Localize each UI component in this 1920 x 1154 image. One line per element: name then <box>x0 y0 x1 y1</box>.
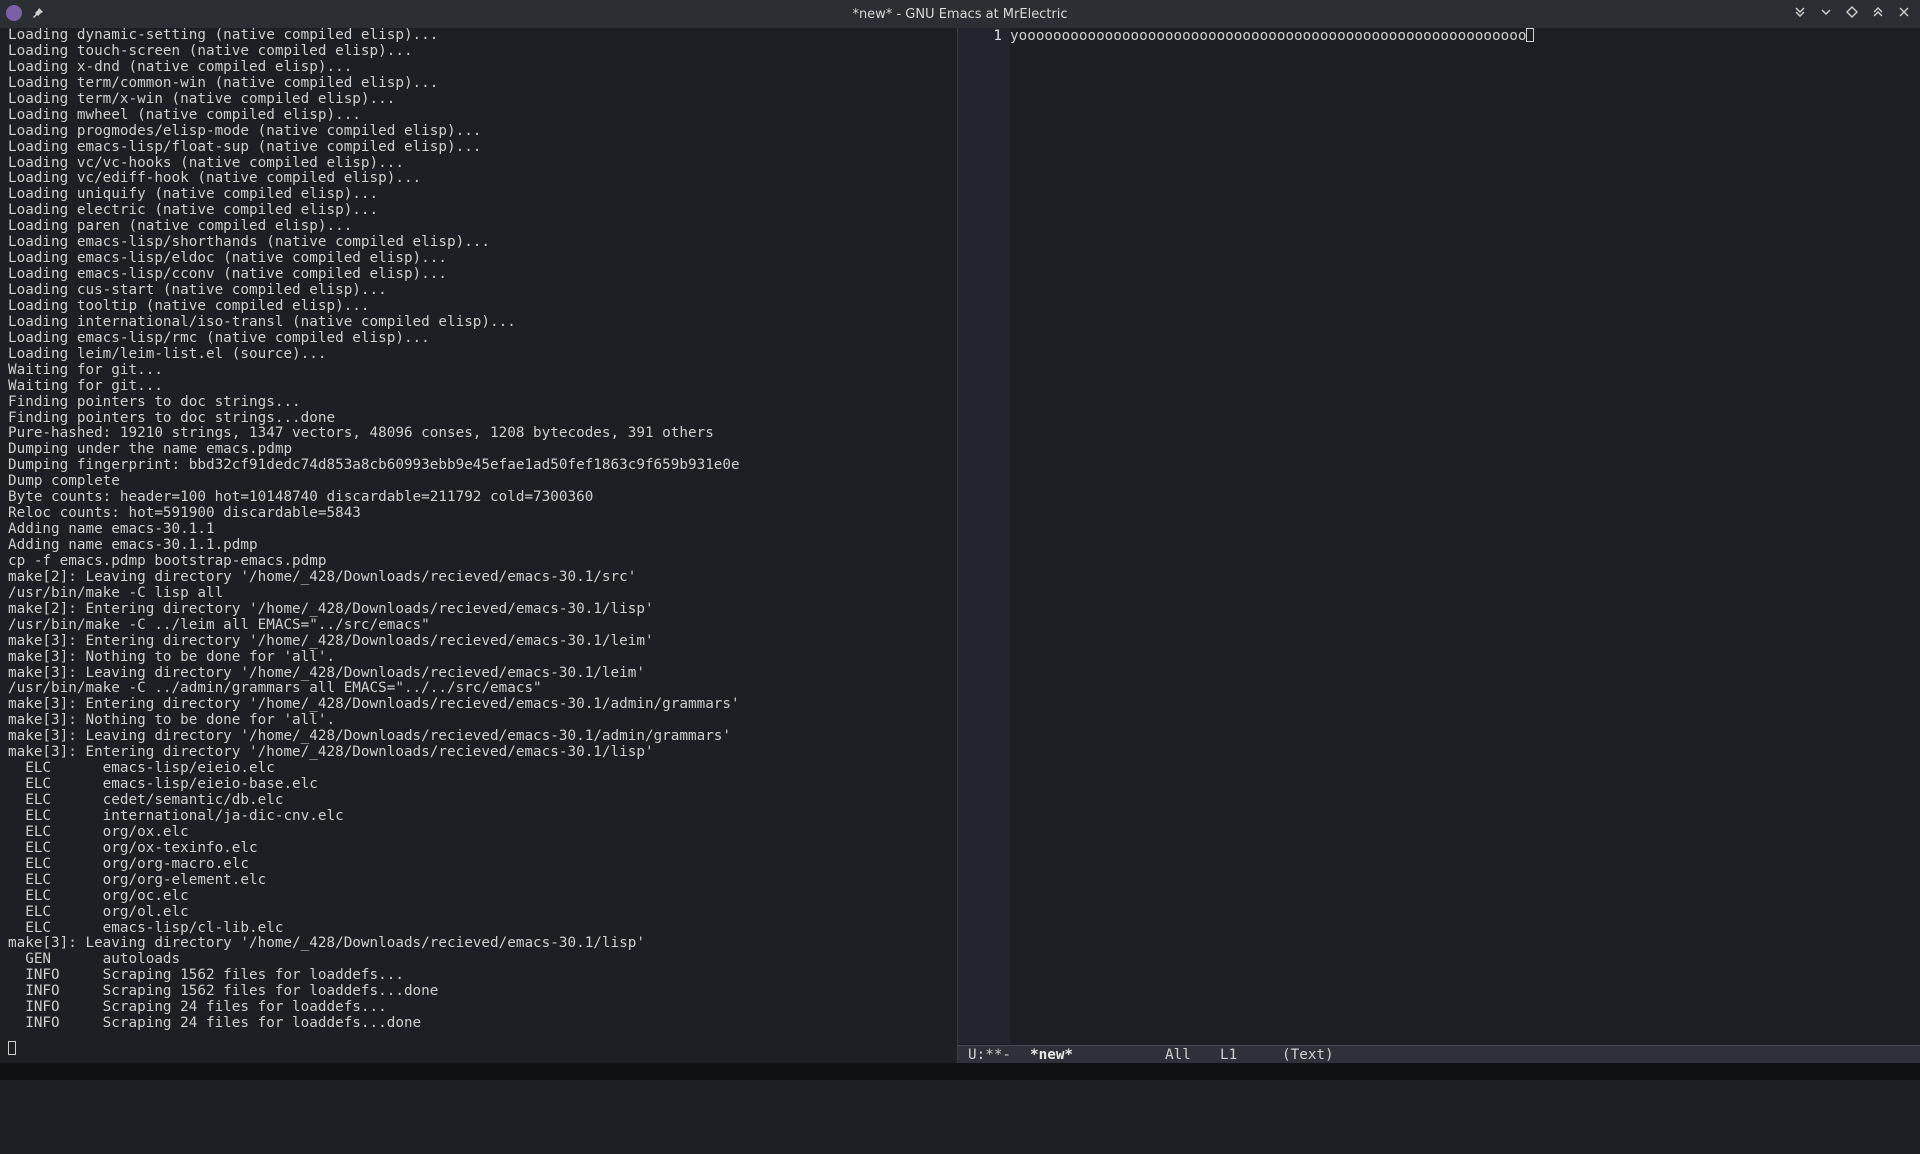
chevron-down-icon[interactable] <box>1818 4 1834 20</box>
terminal-line: INFO Scraping 1562 files for loaddefs... <box>8 967 404 984</box>
line-number-gutter: 1 <box>958 28 1010 1044</box>
terminal-line: Loading tooltip (native compiled elisp).… <box>8 297 370 314</box>
terminal-line: Loading paren (native compiled elisp)... <box>8 218 353 235</box>
terminal-line: Loading dynamic-setting (native compiled… <box>8 27 439 43</box>
terminal-line: ELC org/ol.elc <box>8 903 189 920</box>
terminal-line: Dumping under the name emacs.pdmp <box>8 441 293 458</box>
window-title: *new* - GNU Emacs at MrElectric <box>852 6 1068 22</box>
line-number: 1 <box>993 28 1002 44</box>
terminal-line: make[3]: Leaving directory '/home/_428/D… <box>8 664 645 681</box>
terminal-line: ELC org/org-macro.elc <box>8 855 250 872</box>
terminal-line: Loading mwheel (native compiled elisp)..… <box>8 106 361 123</box>
terminal-line: ELC org/oc.elc <box>8 887 189 904</box>
modeline-status: U:**- <box>968 1047 1012 1063</box>
terminal-line: make[3]: Nothing to be done for 'all'. <box>8 712 336 729</box>
modeline-major-mode[interactable]: (Text) <box>1282 1046 1334 1064</box>
modeline-line: L1 <box>1220 1047 1238 1063</box>
terminal-line: Loading emacs-lisp/rmc (native compiled … <box>8 329 430 346</box>
terminal-line: ELC org/ox-texinfo.elc <box>8 839 258 856</box>
terminal-line: Waiting for git... <box>8 377 163 394</box>
terminal-line: Dumping fingerprint: bbd32cf91dedc74d853… <box>8 457 740 474</box>
terminal-line: Loading vc/ediff-hook (native compiled e… <box>8 170 422 187</box>
terminal-line: Loading electric (native compiled elisp)… <box>8 202 379 219</box>
modeline-buffer-name[interactable]: *new* <box>1030 1046 1073 1064</box>
terminal-pane[interactable]: Loading dynamic-setting (native compiled… <box>0 27 957 1058</box>
buffer-line: yooooooooooooooooooooooooooooooooooooooo… <box>1010 28 1527 44</box>
terminal-line: /usr/bin/make -C lisp all <box>8 584 224 601</box>
terminal-line: Loading term/common-win (native compiled… <box>8 74 439 91</box>
terminal-line: Loading x-dnd (native compiled elisp)... <box>8 58 353 75</box>
terminal-line: Loading emacs-lisp/float-sup (native com… <box>8 138 482 155</box>
editor-pane[interactable]: 1 yooooooooooooooooooooooooooooooooooooo… <box>958 28 1920 1058</box>
terminal-line: ELC emacs-lisp/cl-lib.elc <box>8 919 284 936</box>
terminal-line: Loading term/x-win (native compiled elis… <box>8 90 396 107</box>
terminal-cursor <box>8 1041 16 1055</box>
terminal-line: make[3]: Entering directory '/home/_428/… <box>8 696 740 713</box>
terminal-line: /usr/bin/make -C ../admin/grammars all E… <box>8 680 542 697</box>
terminal-line: INFO Scraping 24 files for loaddefs... <box>8 999 387 1016</box>
terminal-line: Loading emacs-lisp/eldoc (native compile… <box>8 250 447 267</box>
terminal-line: ELC cedet/semantic/db.elc <box>8 792 284 808</box>
terminal-line: Loading touch-screen (native compiled el… <box>8 42 413 59</box>
terminal-line: ELC org/org-element.elc <box>8 871 267 888</box>
terminal-line: make[3]: Entering directory '/home/_428/… <box>8 632 654 649</box>
terminal-line: Reloc counts: hot=591900 discardable=584… <box>8 505 361 522</box>
terminal-line: INFO Scraping 1562 files for loaddefs...… <box>8 983 439 1000</box>
minimize-down-icon[interactable] <box>1792 4 1808 20</box>
modeline-position: All <box>1165 1047 1191 1063</box>
emacs-icon[interactable] <box>6 5 22 21</box>
terminal-line: ELC emacs-lisp/eieio-base.elc <box>8 776 318 793</box>
title-bar: *new* - GNU Emacs at MrElectric <box>0 0 1920 29</box>
terminal-line: ELC org/ox.elc <box>8 823 189 840</box>
terminal-line: GEN autoloads <box>8 951 181 968</box>
terminal-line: make[2]: Entering directory '/home/_428/… <box>8 600 654 617</box>
terminal-line: Finding pointers to doc strings...done <box>8 409 336 426</box>
terminal-line: make[3]: Leaving directory '/home/_428/D… <box>8 728 732 745</box>
terminal-line: Pure-hashed: 19210 strings, 1347 vectors… <box>8 425 714 442</box>
terminal-line: make[3]: Entering directory '/home/_428/… <box>8 744 654 761</box>
terminal-line: Loading uniquify (native compiled elisp)… <box>8 186 379 203</box>
terminal-line: ELC emacs-lisp/eieio.elc <box>8 760 275 777</box>
terminal-line: /usr/bin/make -C ../leim all EMACS="../s… <box>8 616 430 633</box>
text-cursor <box>1526 28 1535 42</box>
close-icon[interactable] <box>1896 4 1912 20</box>
diamond-icon[interactable] <box>1844 4 1860 20</box>
terminal-line: Loading vc/vc-hooks (native compiled eli… <box>8 154 404 171</box>
terminal-line: make[3]: Nothing to be done for 'all'. <box>8 648 336 665</box>
buffer-text[interactable]: yooooooooooooooooooooooooooooooooooooooo… <box>1010 28 1535 44</box>
echo-area[interactable] <box>0 1063 1920 1080</box>
terminal-line: Loading leim/leim-list.el (source)... <box>8 345 327 362</box>
pin-icon[interactable] <box>30 5 46 21</box>
terminal-line: Loading emacs-lisp/shorthands (native co… <box>8 234 491 251</box>
terminal-line: INFO Scraping 24 files for loaddefs...do… <box>8 1015 422 1032</box>
terminal-line: Byte counts: header=100 hot=10148740 dis… <box>8 489 594 506</box>
terminal-line: make[3]: Leaving directory '/home/_428/D… <box>8 935 645 952</box>
terminal-line: Adding name emacs-30.1.1 <box>8 521 215 538</box>
terminal-line: Finding pointers to doc strings... <box>8 393 301 410</box>
terminal-line: Loading progmodes/elisp-mode (native com… <box>8 122 482 139</box>
terminal-line: Loading emacs-lisp/cconv (native compile… <box>8 266 447 283</box>
terminal-output: Loading dynamic-setting (native compiled… <box>8 27 948 1048</box>
terminal-line: Loading cus-start (native compiled elisp… <box>8 282 387 298</box>
terminal-line: cp -f emacs.pdmp bootstrap-emacs.pdmp <box>8 552 327 569</box>
mode-line[interactable]: U:**- *new* All L1 (Text) <box>958 1045 1920 1064</box>
terminal-line: Loading international/iso-transl (native… <box>8 313 516 330</box>
terminal-line: Waiting for git... <box>8 361 163 378</box>
terminal-line: make[2]: Leaving directory '/home/_428/D… <box>8 568 637 585</box>
terminal-line: Dump complete <box>8 473 120 490</box>
terminal-line: Adding name emacs-30.1.1.pdmp <box>8 537 258 553</box>
maximize-up-icon[interactable] <box>1870 4 1886 20</box>
terminal-line: ELC international/ja-dic-cnv.elc <box>8 807 344 824</box>
